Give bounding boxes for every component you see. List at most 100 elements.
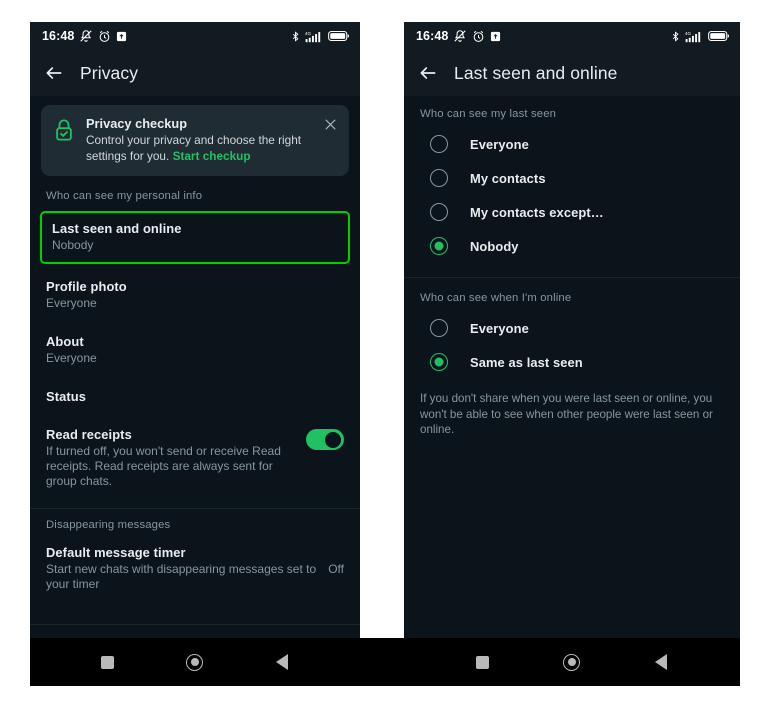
radio-option-my-contacts-last-seen[interactable]: My contacts bbox=[404, 161, 740, 195]
page-title: Last seen and online bbox=[454, 62, 618, 83]
lock-check-icon bbox=[56, 119, 72, 141]
section-label-disappearing-messages: Disappearing messages bbox=[46, 519, 171, 531]
radio-option-everyone-last-seen[interactable]: Everyone bbox=[404, 127, 740, 161]
row-status-main: Status bbox=[46, 389, 86, 404]
battery-icon bbox=[708, 30, 730, 42]
recents-button[interactable] bbox=[88, 642, 128, 682]
radio-icon bbox=[430, 135, 448, 153]
close-icon[interactable] bbox=[323, 117, 338, 132]
row-status[interactable]: Status bbox=[30, 378, 360, 416]
app-badge-icon bbox=[491, 31, 501, 41]
privacy-checkup-card[interactable]: Privacy checkup Control your privacy and… bbox=[41, 105, 349, 176]
left-screen: 16:48 4G Privacy Privacy checkup Control… bbox=[30, 22, 360, 638]
row-value: Everyone bbox=[46, 351, 97, 365]
radio-option-same-as-last-seen[interactable]: Same as last seen bbox=[404, 345, 740, 379]
system-navigation-bar bbox=[30, 638, 740, 686]
row-trailing-value: Off bbox=[328, 561, 344, 576]
silent-mode-icon bbox=[454, 30, 467, 42]
nav-group-right bbox=[404, 638, 740, 686]
section-label-who-can-see-last-seen: Who can see my last seen bbox=[420, 108, 557, 120]
signal-4g-icon: 4G bbox=[685, 31, 701, 42]
back-arrow-icon[interactable] bbox=[418, 63, 438, 83]
privacy-footnote: If you don't share when you were last se… bbox=[420, 392, 713, 436]
phone-screenshot-right: 16:48 4G Last seen and online Who can se… bbox=[404, 22, 740, 638]
status-bar-right-group: 4G bbox=[670, 30, 730, 43]
row-profile-photo-main: Profile photo Everyone bbox=[46, 279, 127, 311]
toggle-knob bbox=[325, 431, 341, 448]
row-default-message-timer-main: Default message timer Start new chats wi… bbox=[46, 545, 318, 592]
radio-option-everyone-online[interactable]: Everyone bbox=[404, 311, 740, 345]
status-bar-right-group: 4G bbox=[290, 30, 350, 43]
privacy-checkup-texts: Privacy checkup Control your privacy and… bbox=[86, 116, 312, 164]
nav-group-left bbox=[30, 638, 360, 686]
svg-text:4G: 4G bbox=[685, 31, 691, 36]
home-circle-icon bbox=[563, 653, 581, 671]
radio-icon-selected bbox=[430, 353, 448, 371]
back-arrow-icon[interactable] bbox=[44, 63, 64, 83]
page-title: Privacy bbox=[80, 62, 139, 83]
status-bar-left-group: 16:48 bbox=[42, 29, 127, 43]
radio-icon-selected bbox=[430, 237, 448, 255]
status-bar-left-group: 16:48 bbox=[416, 29, 501, 43]
alarm-icon bbox=[100, 30, 110, 42]
battery-icon bbox=[328, 30, 350, 42]
row-value: Everyone bbox=[46, 296, 97, 310]
app-badge-icon bbox=[117, 31, 127, 41]
radio-label: My contacts except… bbox=[470, 204, 604, 220]
status-bar-left: 16:48 4G bbox=[30, 22, 360, 50]
row-title: About bbox=[46, 334, 84, 349]
back-button[interactable] bbox=[641, 642, 681, 682]
radio-label: Same as last seen bbox=[470, 354, 583, 370]
radio-icon bbox=[430, 203, 448, 221]
row-about-main: About Everyone bbox=[46, 334, 97, 366]
right-content: Who can see my last seen Everyone My con… bbox=[404, 96, 740, 438]
radio-label: Everyone bbox=[470, 136, 529, 152]
home-button[interactable] bbox=[175, 642, 215, 682]
radio-option-nobody-last-seen[interactable]: Nobody bbox=[404, 229, 740, 263]
back-triangle-icon bbox=[655, 654, 668, 670]
bluetooth-icon bbox=[292, 30, 299, 42]
row-title: Default message timer bbox=[46, 545, 186, 560]
app-bar-right: Last seen and online bbox=[404, 50, 740, 96]
recents-button[interactable] bbox=[463, 642, 503, 682]
row-groups[interactable]: Groups Everyone bbox=[30, 625, 360, 638]
row-description: Start new chats with disappearing messag… bbox=[46, 562, 317, 591]
radio-label: Everyone bbox=[470, 320, 529, 336]
alarm-icon bbox=[474, 30, 484, 42]
status-bar-right: 16:48 4G bbox=[404, 22, 740, 50]
read-receipts-toggle[interactable] bbox=[306, 429, 344, 450]
back-button[interactable] bbox=[262, 642, 302, 682]
row-title: Last seen and online bbox=[52, 221, 182, 236]
row-title: Status bbox=[46, 389, 86, 404]
svg-text:4G: 4G bbox=[305, 31, 311, 36]
section-label-who-can-see-online: Who can see when I'm online bbox=[420, 292, 572, 304]
row-profile-photo[interactable]: Profile photo Everyone bbox=[30, 268, 360, 323]
app-bar-left: Privacy bbox=[30, 50, 360, 96]
back-triangle-icon bbox=[276, 654, 289, 670]
radio-label: My contacts bbox=[470, 170, 546, 186]
radio-option-my-contacts-except-last-seen[interactable]: My contacts except… bbox=[404, 195, 740, 229]
start-checkup-link[interactable]: Start checkup bbox=[173, 149, 251, 163]
row-read-receipts[interactable]: Read receipts If turned off, you won't s… bbox=[30, 416, 360, 501]
bluetooth-icon bbox=[672, 30, 679, 42]
privacy-checkup-description: Control your privacy and choose the righ… bbox=[86, 133, 312, 164]
signal-4g-icon: 4G bbox=[305, 31, 321, 42]
radio-label: Nobody bbox=[470, 238, 519, 254]
row-default-message-timer[interactable]: Default message timer Start new chats wi… bbox=[30, 538, 360, 600]
status-bar-clock: 16:48 bbox=[42, 29, 75, 43]
row-value: Nobody bbox=[52, 238, 94, 252]
home-button[interactable] bbox=[552, 642, 592, 682]
home-circle-icon bbox=[186, 653, 204, 671]
recents-square-icon bbox=[101, 655, 115, 669]
section-label-personal-info: Who can see my personal info bbox=[46, 190, 203, 202]
row-last-seen-and-online[interactable]: Last seen and online Nobody bbox=[40, 211, 350, 264]
radio-icon bbox=[430, 169, 448, 187]
row-description: If turned off, you won't send or receive… bbox=[46, 444, 281, 488]
recents-square-icon bbox=[476, 655, 490, 669]
row-about[interactable]: About Everyone bbox=[30, 323, 360, 378]
radio-icon bbox=[430, 319, 448, 337]
right-screen: 16:48 4G Last seen and online Who can se… bbox=[404, 22, 740, 638]
privacy-checkup-title: Privacy checkup bbox=[86, 116, 188, 131]
silent-mode-icon bbox=[80, 30, 93, 42]
row-title: Read receipts bbox=[46, 427, 132, 442]
